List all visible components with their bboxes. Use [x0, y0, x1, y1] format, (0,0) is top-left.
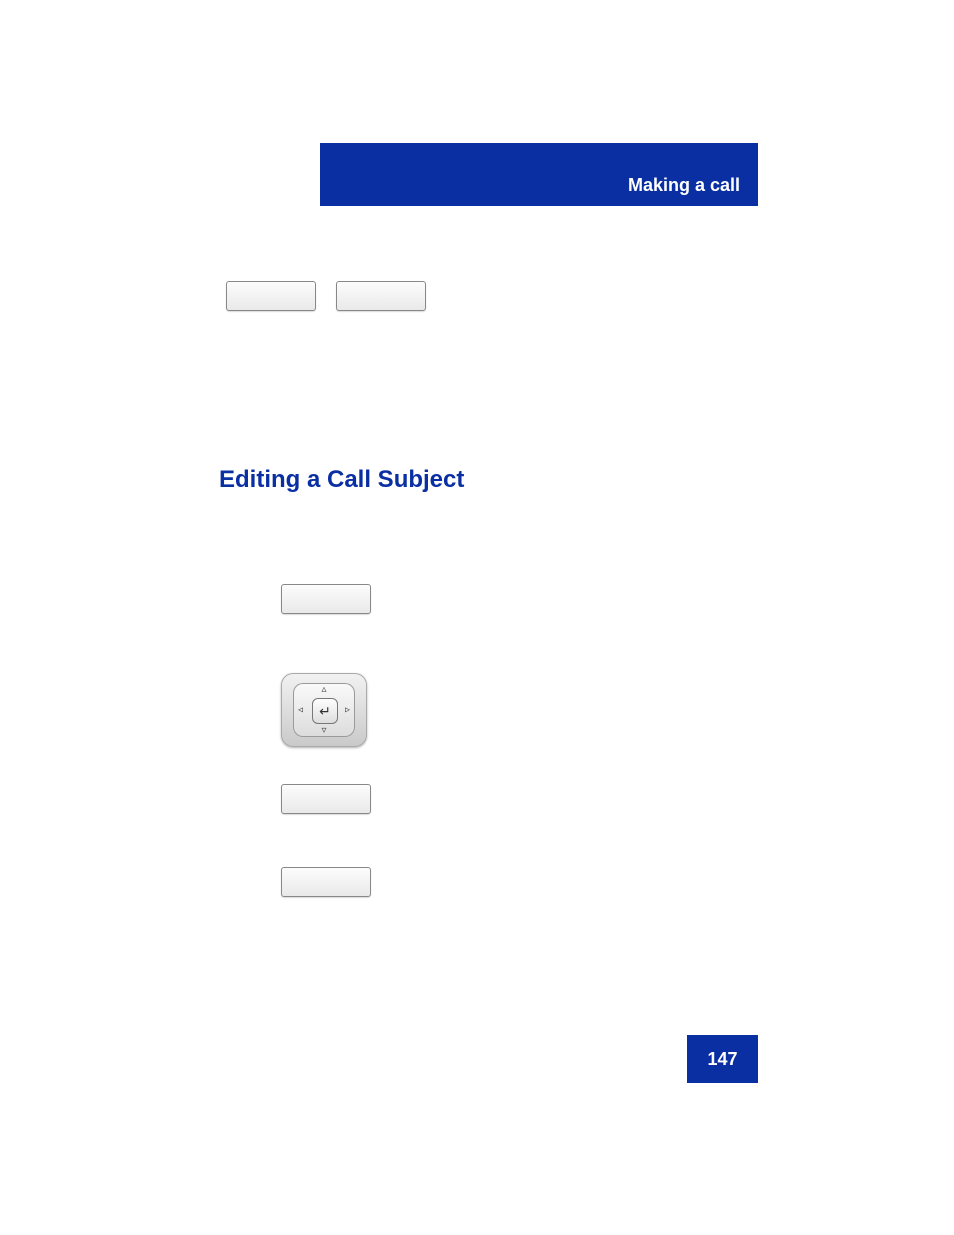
page-number: 147: [707, 1049, 737, 1070]
running-header: Making a call: [628, 175, 740, 196]
page-root: Making a call Editing a Call Subject ▵ ▿…: [0, 0, 954, 1235]
instruction4-softkey: [281, 867, 371, 902]
instruction3-softkey: [281, 784, 371, 819]
softkey-button-left[interactable]: [226, 281, 316, 311]
page-number-box: 147: [687, 1035, 758, 1083]
softkey-button-right[interactable]: [336, 281, 426, 311]
enter-key-icon: ↵: [312, 698, 338, 724]
softkey-button[interactable]: [281, 584, 371, 614]
navigation-pad[interactable]: ▵ ▿ ◃ ▹ ↵: [281, 673, 367, 747]
right-arrow-icon: ▹: [345, 705, 350, 716]
instruction1-softkey: [281, 584, 371, 619]
softkey-button[interactable]: [281, 784, 371, 814]
step2-softkeys: [226, 281, 426, 316]
section-heading: Editing a Call Subject: [219, 466, 464, 494]
up-arrow-icon: ▵: [321, 684, 326, 695]
softkey-button[interactable]: [281, 867, 371, 897]
left-arrow-icon: ◃: [298, 705, 303, 716]
down-arrow-icon: ▿: [321, 725, 326, 736]
header-band: Making a call: [320, 143, 758, 206]
